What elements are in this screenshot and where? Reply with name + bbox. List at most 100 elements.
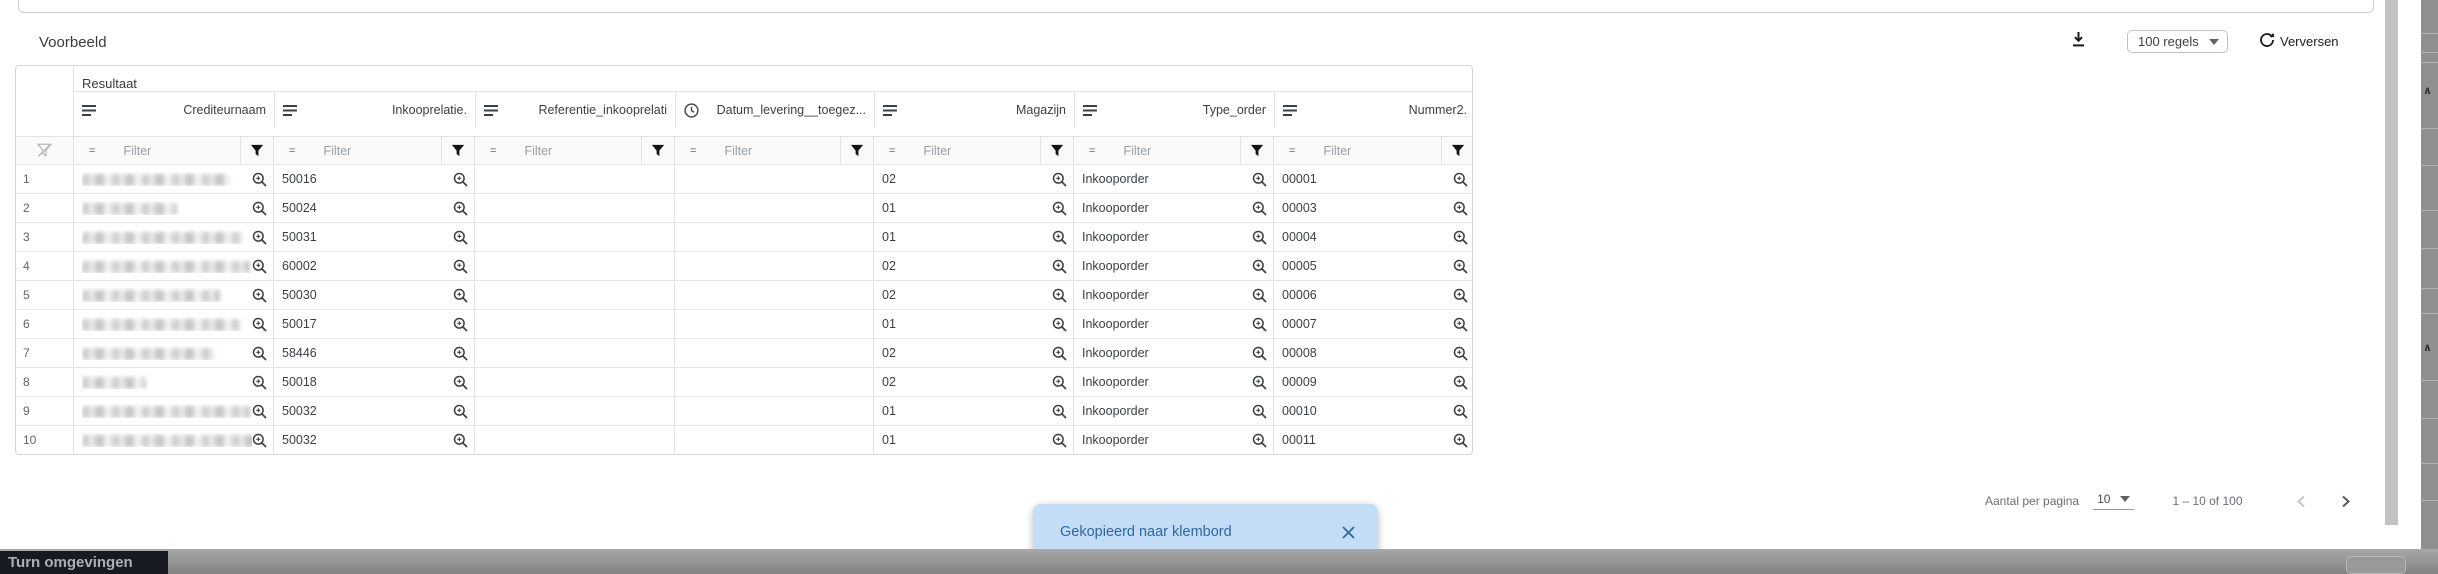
zoom-in-icon — [1453, 346, 1468, 361]
rows-count-select[interactable]: 100 regels — [2127, 30, 2228, 53]
column-header-crediteurnaam[interactable]: Crediteurnaam — [74, 92, 274, 128]
zoom-in-button[interactable] — [1052, 433, 1067, 448]
filter-operator[interactable]: = — [690, 145, 696, 157]
cell-value: Inkooporder — [1082, 288, 1252, 302]
clear-filters-cell[interactable] — [16, 137, 73, 164]
zoom-in-button[interactable] — [1453, 433, 1468, 448]
column-header-nummer2-[interactable]: Nummer2. — [1274, 92, 1473, 128]
zoom-in-button[interactable] — [453, 288, 468, 303]
redacted-text — [82, 406, 250, 418]
zoom-in-button[interactable] — [252, 317, 267, 332]
filter-menu-button[interactable] — [840, 137, 873, 164]
zoom-in-button[interactable] — [1453, 317, 1468, 332]
zoom-in-button[interactable] — [1453, 346, 1468, 361]
zoom-in-button[interactable] — [1453, 201, 1468, 216]
refresh-icon — [2259, 32, 2275, 51]
filter-menu-button[interactable] — [1240, 137, 1273, 164]
zoom-in-button[interactable] — [1453, 230, 1468, 245]
zoom-in-button[interactable] — [1252, 172, 1267, 187]
zoom-in-button[interactable] — [252, 433, 267, 448]
zoom-in-button[interactable] — [252, 230, 267, 245]
zoom-in-button[interactable] — [252, 288, 267, 303]
zoom-in-button[interactable] — [1453, 375, 1468, 390]
column-header-magazijn[interactable]: Magazijn — [874, 92, 1074, 128]
redacted-text — [82, 435, 252, 447]
cell-referentie — [474, 223, 674, 251]
zoom-in-button[interactable] — [453, 172, 468, 187]
cell-value: 00005 — [1282, 259, 1453, 273]
filter-operator[interactable]: = — [1289, 145, 1295, 157]
previous-page-button[interactable] — [2289, 488, 2315, 514]
zoom-in-button[interactable] — [1453, 259, 1468, 274]
cell-crediteurnaam — [73, 426, 273, 454]
zoom-in-button[interactable] — [1252, 288, 1267, 303]
filter-input[interactable] — [123, 144, 213, 158]
filter-menu-button[interactable] — [1040, 137, 1073, 164]
zoom-in-button[interactable] — [1052, 404, 1067, 419]
zoom-in-button[interactable] — [1252, 230, 1267, 245]
zoom-in-button[interactable] — [453, 201, 468, 216]
zoom-in-button[interactable] — [1453, 172, 1468, 187]
cell-crediteurnaam — [73, 281, 273, 309]
filter-menu-button[interactable] — [1441, 137, 1473, 164]
filter-input[interactable] — [323, 144, 413, 158]
zoom-in-button[interactable] — [1252, 346, 1267, 361]
zoom-in-button[interactable] — [1252, 433, 1267, 448]
zoom-in-button[interactable] — [1052, 201, 1067, 216]
filter-input[interactable] — [524, 144, 614, 158]
zoom-in-button[interactable] — [1052, 172, 1067, 187]
filter-operator[interactable]: = — [1089, 145, 1095, 157]
zoom-in-button[interactable] — [1453, 404, 1468, 419]
column-header-datum-levering-toegez-[interactable]: Datum_levering__toegez... — [675, 92, 874, 128]
zoom-in-button[interactable] — [252, 346, 267, 361]
zoom-in-button[interactable] — [1453, 288, 1468, 303]
zoom-in-button[interactable] — [252, 172, 267, 187]
zoom-in-button[interactable] — [1252, 317, 1267, 332]
zoom-in-button[interactable] — [1052, 288, 1067, 303]
zoom-in-button[interactable] — [453, 433, 468, 448]
filter-input[interactable] — [923, 144, 1013, 158]
filter-menu-button[interactable] — [240, 137, 273, 164]
zoom-in-button[interactable] — [1052, 375, 1067, 390]
column-header-type-order[interactable]: Type_order — [1074, 92, 1274, 128]
filter-menu-button[interactable] — [641, 137, 674, 164]
filter-operator[interactable]: = — [289, 145, 295, 157]
close-icon[interactable] — [1337, 521, 1360, 544]
zoom-in-button[interactable] — [1252, 201, 1267, 216]
refresh-button[interactable]: Verversen — [2259, 28, 2339, 54]
zoom-in-button[interactable] — [453, 404, 468, 419]
filter-menu-button[interactable] — [441, 137, 474, 164]
zoom-in-button[interactable] — [453, 346, 468, 361]
zoom-in-button[interactable] — [1052, 346, 1067, 361]
zoom-in-icon — [1252, 230, 1267, 245]
filter-input[interactable] — [724, 144, 814, 158]
vertical-scrollbar[interactable] — [2385, 0, 2398, 525]
column-header-inkooprelatie-[interactable]: Inkooprelatie. — [274, 92, 475, 128]
zoom-in-button[interactable] — [252, 259, 267, 274]
filter-cell: = — [73, 137, 273, 164]
zoom-in-button[interactable] — [1252, 375, 1267, 390]
zoom-in-button[interactable] — [453, 230, 468, 245]
zoom-in-button[interactable] — [1052, 259, 1067, 274]
zoom-in-button[interactable] — [252, 404, 267, 419]
zoom-in-button[interactable] — [1052, 230, 1067, 245]
zoom-in-button[interactable] — [453, 317, 468, 332]
page-size-select[interactable]: 10 — [2093, 492, 2134, 510]
filter-operator[interactable]: = — [889, 145, 895, 157]
cell-value: Inkooporder — [1082, 404, 1252, 418]
download-button[interactable] — [2064, 28, 2092, 56]
table-row: 55003002Inkooporder00006 — [16, 280, 1472, 309]
filter-operator[interactable]: = — [89, 145, 95, 157]
filter-input[interactable] — [1323, 144, 1413, 158]
zoom-in-button[interactable] — [252, 201, 267, 216]
zoom-in-button[interactable] — [453, 375, 468, 390]
column-header-referentie-inkooprelati[interactable]: Referentie_inkooprelati — [475, 92, 675, 128]
zoom-in-button[interactable] — [453, 259, 468, 274]
filter-operator[interactable]: = — [490, 145, 496, 157]
zoom-in-button[interactable] — [1052, 317, 1067, 332]
zoom-in-button[interactable] — [1252, 404, 1267, 419]
next-page-button[interactable] — [2333, 488, 2359, 514]
filter-input[interactable] — [1123, 144, 1213, 158]
zoom-in-button[interactable] — [252, 375, 267, 390]
zoom-in-button[interactable] — [1252, 259, 1267, 274]
